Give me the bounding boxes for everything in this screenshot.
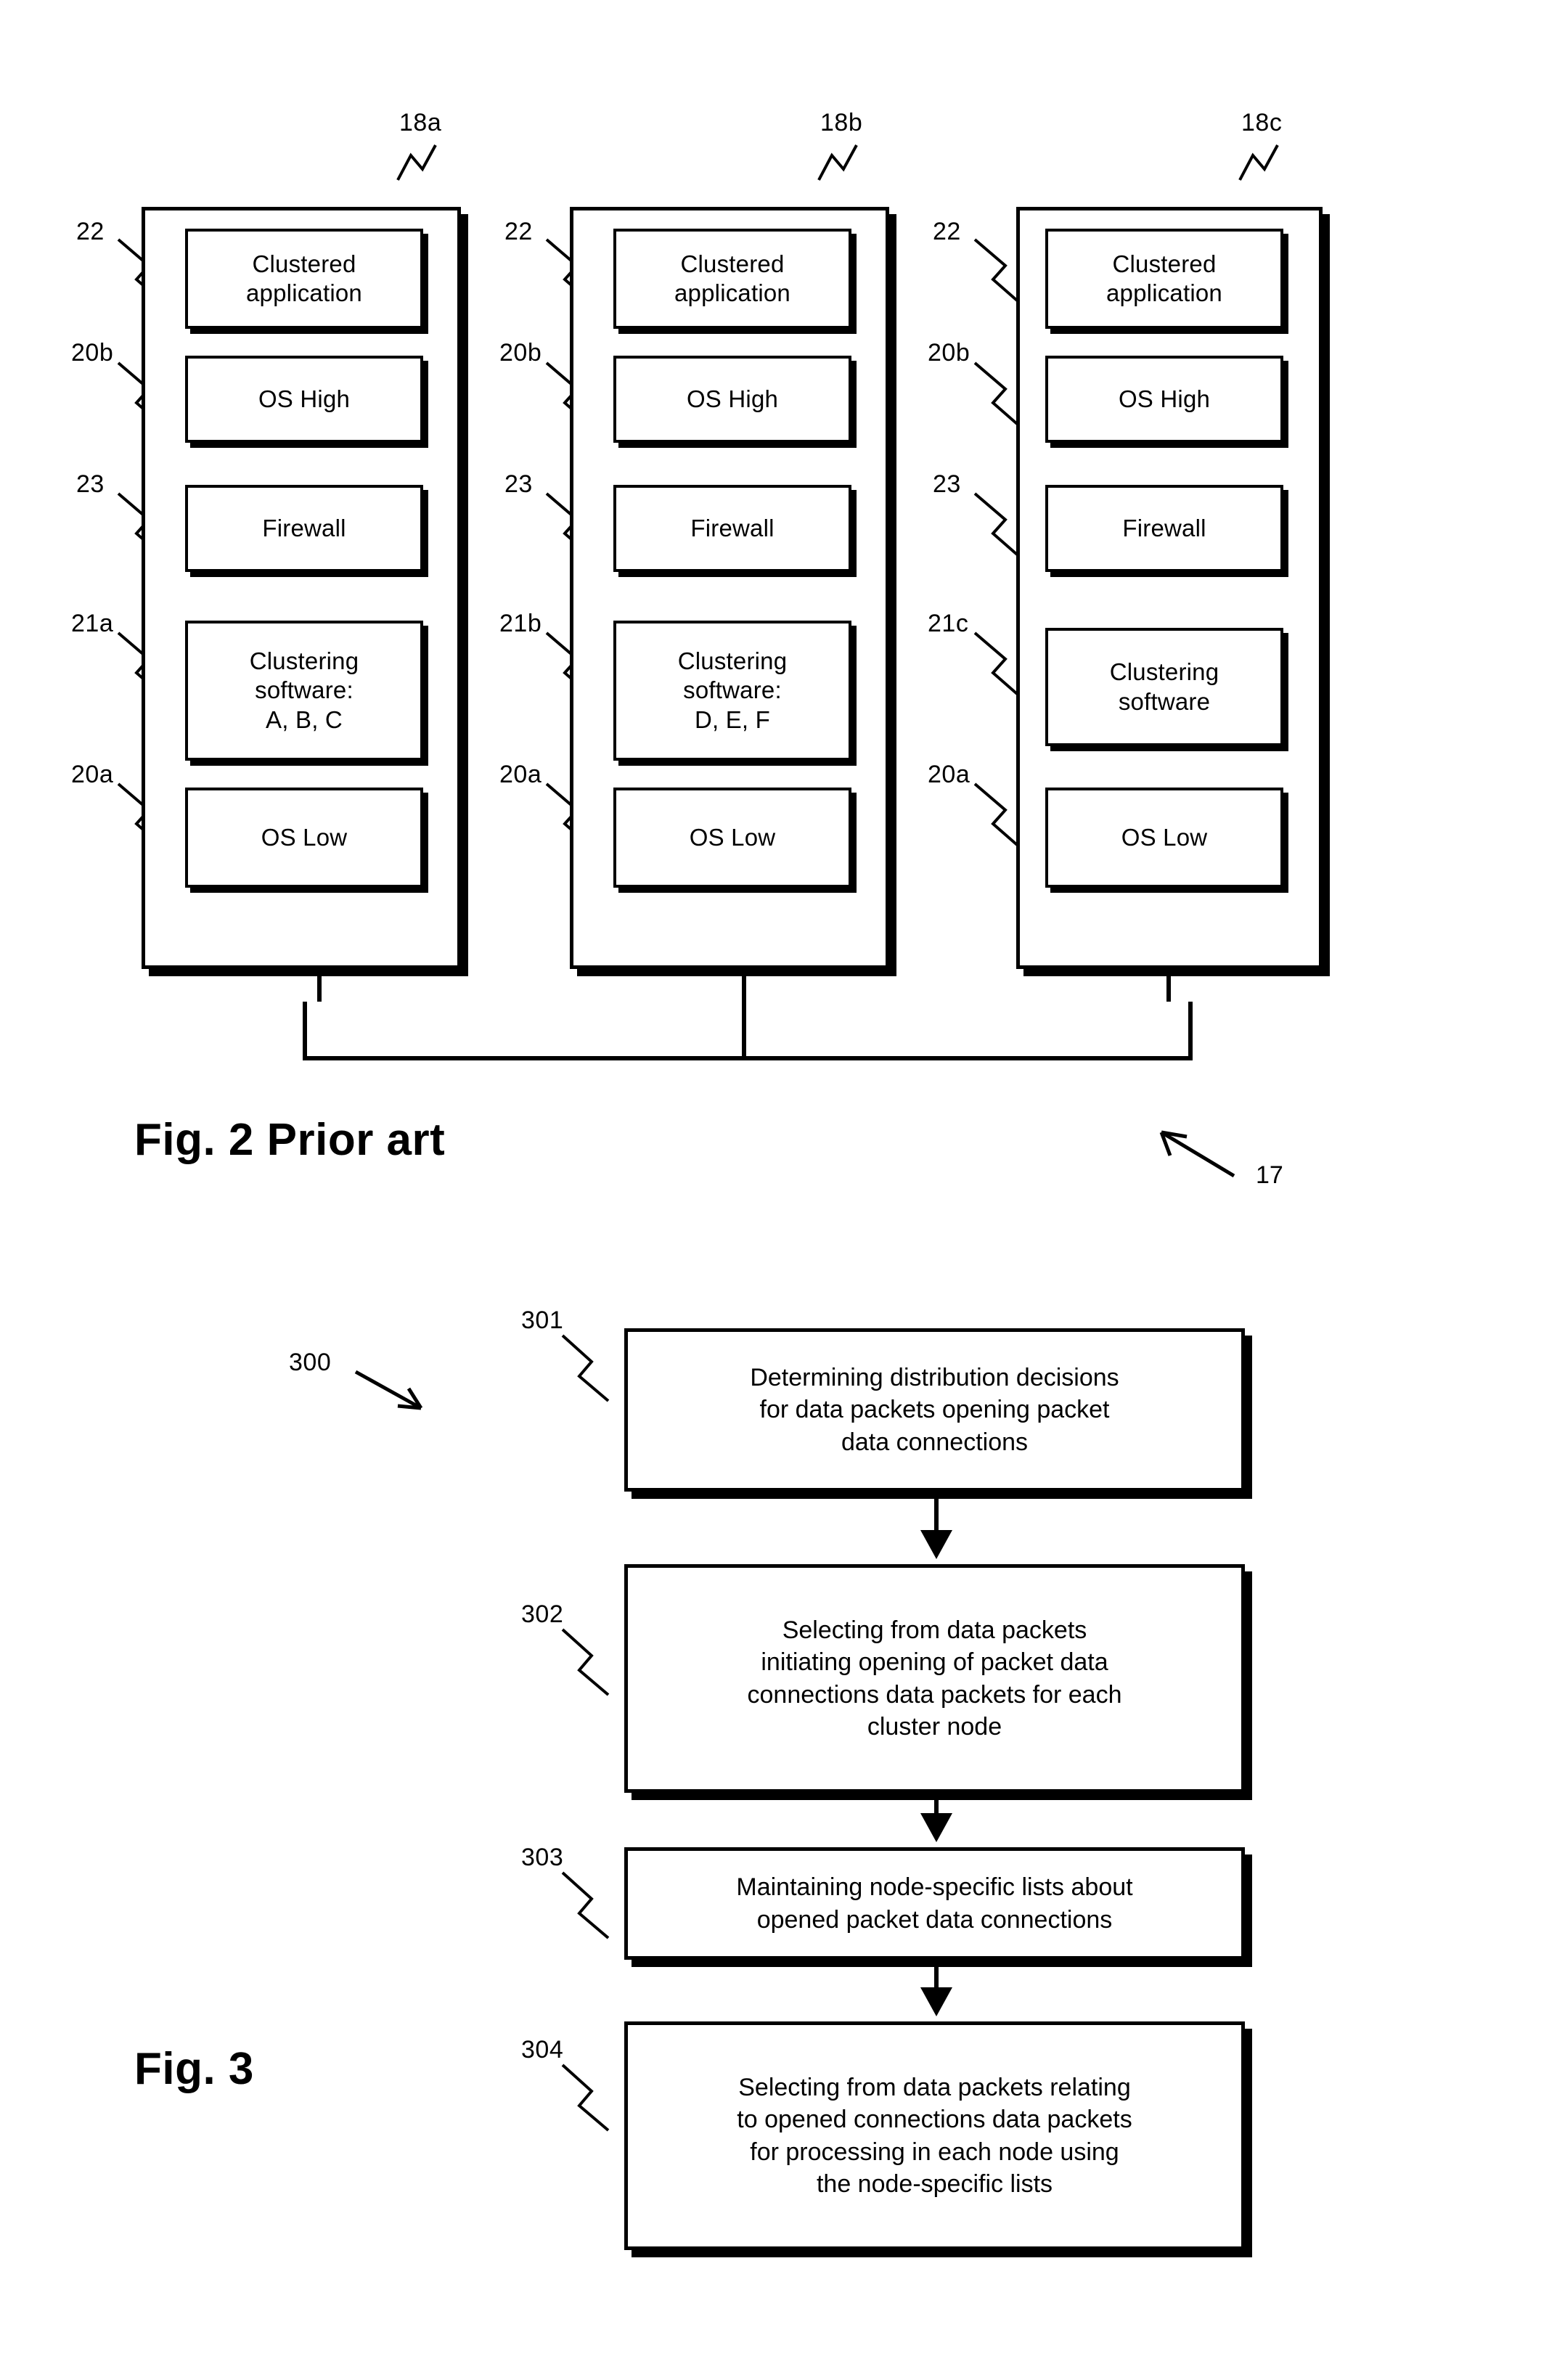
ref-21b-node-b: 21b: [499, 610, 542, 637]
node-ref-18c: 18c: [1241, 109, 1283, 136]
block-line: Clustering: [677, 647, 788, 675]
ref-22-node-b: 22: [504, 218, 533, 245]
block-os-low-18b: OS Low: [613, 788, 851, 888]
block-os-low-18a: OS Low: [185, 788, 423, 888]
block-firewall-18c: Firewall: [1045, 485, 1283, 572]
ref-22-node-a: 22: [76, 218, 105, 245]
step-ref-302: 302: [521, 1600, 564, 1628]
step-ref-301: 301: [521, 1306, 564, 1334]
block-line: Clustering: [249, 647, 359, 675]
block-line: Firewall: [262, 514, 346, 541]
block-line: OS High: [1118, 385, 1211, 412]
block-clustering-software-18a: Clustering software: A, B, C: [185, 621, 423, 761]
block-os-high-18c: OS High: [1045, 356, 1283, 443]
block-line: software:: [683, 676, 782, 704]
flow-step-maintaining-node-specific-lists: Maintaining node-specific lists about op…: [624, 1847, 1245, 1960]
step-ref-303: 303: [521, 1844, 564, 1871]
block-os-high-18a: OS High: [185, 356, 423, 443]
flow-line: to opened connections data packets: [737, 2106, 1132, 2134]
block-line: Clustered: [680, 250, 785, 277]
node-ref-18a: 18a: [399, 109, 442, 136]
flow-line: cluster node: [867, 1712, 1002, 1741]
flow-line: for data packets opening packet: [759, 1396, 1110, 1424]
ref-20a-node-c: 20a: [928, 761, 970, 788]
block-line: software: [1118, 687, 1211, 715]
block-clustered-application-18a: Clustered application: [185, 229, 423, 329]
flow-line: connections data packets for each: [747, 1680, 1122, 1709]
flow-line: Determining distribution decisions: [750, 1364, 1119, 1392]
block-os-high-18b: OS High: [613, 356, 851, 443]
node-ref-18b: 18b: [820, 109, 863, 136]
bus-ref-17: 17: [1256, 1161, 1283, 1189]
step-ref-304: 304: [521, 2036, 564, 2064]
flow-step-selecting-opened-connection-packets: Selecting from data packets relating to …: [624, 2021, 1245, 2250]
block-line: OS Low: [1121, 823, 1208, 851]
figure3-ref-300: 300: [289, 1349, 332, 1376]
block-firewall-18a: Firewall: [185, 485, 423, 572]
ref-20a-node-a: 20a: [71, 761, 114, 788]
ref-23-node-a: 23: [76, 470, 105, 498]
ref-21a-node-a: 21a: [71, 610, 114, 637]
ref-20a-node-b: 20a: [499, 761, 542, 788]
figure2-caption: Fig. 2 Prior art: [134, 1115, 446, 1165]
ref-23-node-c: 23: [933, 470, 961, 498]
ref-20b-node-c: 20b: [928, 339, 970, 367]
patent-figure-page: 18a 18b 18c Clustered application OS Hig…: [0, 0, 1557, 2380]
flow-step-selecting-initiating-packets: Selecting from data packets initiating o…: [624, 1564, 1245, 1793]
block-line: OS Low: [689, 823, 776, 851]
flow-line: opened packet data connections: [756, 1905, 1113, 1934]
flow-line: data connections: [841, 1428, 1029, 1456]
block-line: OS High: [686, 385, 779, 412]
block-line: Clustering: [1109, 658, 1219, 686]
ref-20b-node-b: 20b: [499, 339, 542, 367]
block-clustering-software-18b: Clustering software: D, E, F: [613, 621, 851, 761]
flow-line: Selecting from data packets relating: [738, 2074, 1131, 2102]
ref-23-node-b: 23: [504, 470, 533, 498]
block-line: application: [674, 279, 790, 306]
block-line: Firewall: [1122, 514, 1206, 541]
block-firewall-18b: Firewall: [613, 485, 851, 572]
block-clustering-software-18c: Clustering software: [1045, 628, 1283, 746]
block-clustered-application-18c: Clustered application: [1045, 229, 1283, 329]
ref-22-node-c: 22: [933, 218, 961, 245]
block-line: software:: [255, 676, 354, 704]
block-line: Clustered: [1112, 250, 1217, 277]
flow-line: Maintaining node-specific lists about: [736, 1873, 1133, 1902]
ref-21c-node-c: 21c: [928, 610, 969, 637]
block-line: application: [246, 279, 362, 306]
figure3-caption: Fig. 3: [134, 2044, 254, 2094]
flow-line: initiating opening of packet data: [761, 1648, 1108, 1677]
block-line: A, B, C: [266, 706, 343, 733]
flow-step-determining-distribution-decisions: Determining distribution decisions for d…: [624, 1328, 1245, 1492]
ref-20b-node-a: 20b: [71, 339, 114, 367]
block-line: OS High: [258, 385, 351, 412]
flow-line: the node-specific lists: [816, 2170, 1053, 2198]
block-os-low-18c: OS Low: [1045, 788, 1283, 888]
flow-line: for processing in each node using: [750, 2138, 1119, 2166]
flow-line: Selecting from data packets: [782, 1616, 1087, 1645]
block-line: Firewall: [690, 514, 775, 541]
block-line: D, E, F: [694, 706, 771, 733]
block-line: application: [1106, 279, 1222, 306]
block-line: OS Low: [261, 823, 348, 851]
block-clustered-application-18b: Clustered application: [613, 229, 851, 329]
block-line: Clustered: [252, 250, 356, 277]
